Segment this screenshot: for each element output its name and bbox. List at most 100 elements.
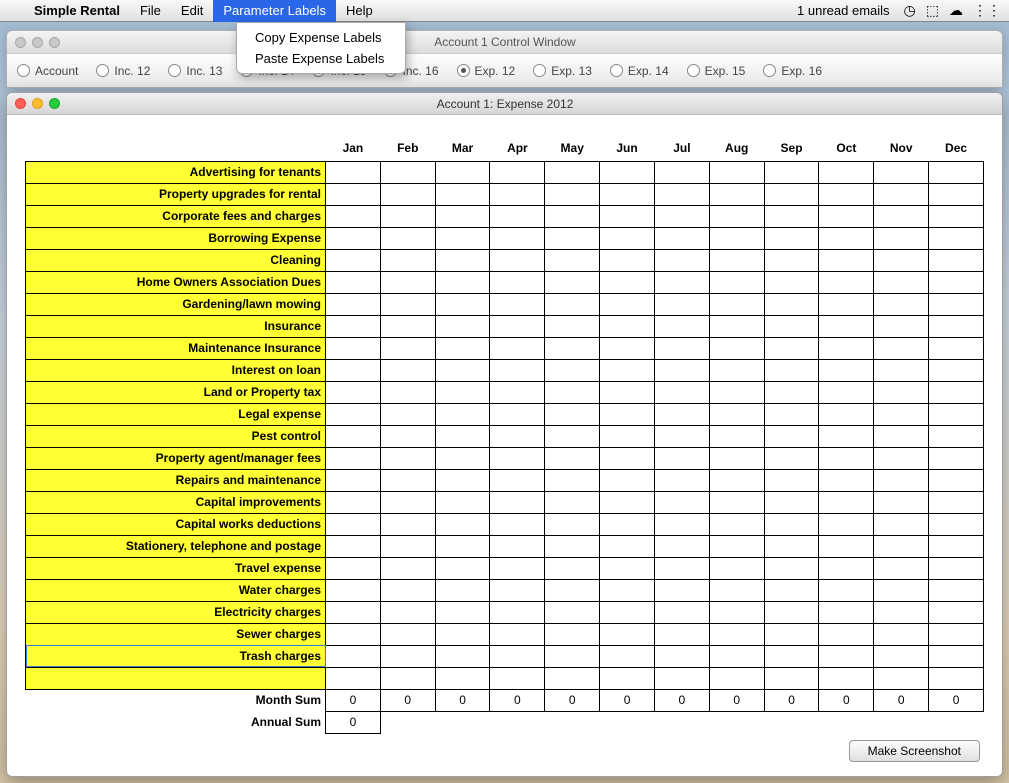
expense-value-cell[interactable] xyxy=(435,249,490,271)
expense-value-cell[interactable] xyxy=(709,645,764,667)
expense-value-cell[interactable] xyxy=(819,579,874,601)
expense-value-cell[interactable] xyxy=(874,403,929,425)
expense-value-cell[interactable] xyxy=(819,513,874,535)
expense-value-cell[interactable] xyxy=(545,535,600,557)
expense-value-cell[interactable] xyxy=(654,469,709,491)
expense-value-cell[interactable] xyxy=(380,623,435,645)
expense-value-cell[interactable] xyxy=(326,249,381,271)
expense-value-cell[interactable] xyxy=(874,491,929,513)
expense-label-cell[interactable]: Land or Property tax xyxy=(26,381,326,403)
expense-value-cell[interactable] xyxy=(709,535,764,557)
expense-value-cell[interactable] xyxy=(819,491,874,513)
expense-value-cell[interactable] xyxy=(545,601,600,623)
expense-label-cell[interactable]: Repairs and maintenance xyxy=(26,469,326,491)
expense-value-cell[interactable] xyxy=(764,425,819,447)
expense-value-cell[interactable] xyxy=(326,161,381,183)
menu-item-parameter-labels[interactable]: Parameter Labels xyxy=(213,0,336,22)
expense-value-cell[interactable] xyxy=(874,623,929,645)
expense-value-cell[interactable] xyxy=(764,205,819,227)
expense-value-cell[interactable] xyxy=(490,469,545,491)
expense-value-cell[interactable] xyxy=(435,579,490,601)
expense-value-cell[interactable] xyxy=(874,161,929,183)
expense-value-cell[interactable] xyxy=(380,557,435,579)
expense-value-cell[interactable] xyxy=(600,645,655,667)
expense-value-cell[interactable] xyxy=(600,205,655,227)
expense-value-cell[interactable] xyxy=(929,425,984,447)
expense-label-cell[interactable]: Sewer charges xyxy=(26,623,326,645)
expense-value-cell[interactable] xyxy=(326,205,381,227)
expense-value-cell[interactable] xyxy=(545,513,600,535)
expense-value-cell[interactable] xyxy=(764,249,819,271)
expense-value-cell[interactable] xyxy=(764,381,819,403)
expense-value-cell[interactable] xyxy=(490,535,545,557)
expense-value-cell[interactable] xyxy=(490,183,545,205)
menu-action-paste-expense-labels[interactable]: Paste Expense Labels xyxy=(237,48,405,69)
expense-value-cell[interactable] xyxy=(600,469,655,491)
expense-value-cell[interactable] xyxy=(654,623,709,645)
expense-label-cell[interactable]: Capital improvements xyxy=(26,491,326,513)
expense-value-cell[interactable] xyxy=(600,601,655,623)
expense-value-cell[interactable] xyxy=(764,227,819,249)
expense-value-cell[interactable] xyxy=(929,535,984,557)
expense-value-cell[interactable] xyxy=(435,293,490,315)
expense-value-cell[interactable] xyxy=(874,535,929,557)
expense-value-cell[interactable] xyxy=(326,623,381,645)
expense-value-cell[interactable] xyxy=(764,161,819,183)
expense-value-cell[interactable] xyxy=(326,535,381,557)
expense-value-cell[interactable] xyxy=(380,183,435,205)
expense-value-cell[interactable] xyxy=(709,403,764,425)
expense-value-cell[interactable] xyxy=(709,359,764,381)
expense-value-cell[interactable] xyxy=(326,337,381,359)
expense-value-cell[interactable] xyxy=(819,293,874,315)
expense-value-cell[interactable] xyxy=(490,623,545,645)
expense-value-cell[interactable] xyxy=(709,161,764,183)
expense-value-cell[interactable] xyxy=(545,205,600,227)
expense-value-cell[interactable] xyxy=(654,557,709,579)
expense-value-cell[interactable] xyxy=(380,469,435,491)
expense-label-cell[interactable]: Corporate fees and charges xyxy=(26,205,326,227)
expense-label-cell[interactable]: Insurance xyxy=(26,315,326,337)
expense-value-cell[interactable] xyxy=(380,359,435,381)
expense-value-cell[interactable] xyxy=(764,535,819,557)
expense-value-cell[interactable] xyxy=(600,579,655,601)
expense-value-cell[interactable] xyxy=(600,381,655,403)
radio-inc-12[interactable]: Inc. 12 xyxy=(96,64,150,78)
radio-account[interactable]: Account xyxy=(17,64,78,78)
expense-value-cell[interactable] xyxy=(929,359,984,381)
dropbox-icon[interactable]: ⬚ xyxy=(926,2,939,19)
zoom-icon[interactable] xyxy=(49,37,60,48)
expense-value-cell[interactable] xyxy=(819,381,874,403)
expense-value-cell[interactable] xyxy=(380,161,435,183)
expense-value-cell[interactable] xyxy=(435,425,490,447)
expense-value-cell[interactable] xyxy=(874,645,929,667)
expense-value-cell[interactable] xyxy=(490,403,545,425)
expense-value-cell[interactable] xyxy=(929,447,984,469)
expense-label-cell[interactable]: Interest on loan xyxy=(26,359,326,381)
expense-value-cell[interactable] xyxy=(764,645,819,667)
expense-value-cell[interactable] xyxy=(490,315,545,337)
expense-value-cell[interactable] xyxy=(709,249,764,271)
expense-value-cell[interactable] xyxy=(709,469,764,491)
expense-value-cell[interactable] xyxy=(709,337,764,359)
expense-label-cell[interactable]: Cleaning xyxy=(26,249,326,271)
expense-value-cell[interactable] xyxy=(929,205,984,227)
expense-value-cell[interactable] xyxy=(435,491,490,513)
expense-value-cell[interactable] xyxy=(654,205,709,227)
expense-label-cell[interactable]: Travel expense xyxy=(26,557,326,579)
expense-value-cell[interactable] xyxy=(600,491,655,513)
radio-inc-13[interactable]: Inc. 13 xyxy=(168,64,222,78)
expense-value-cell[interactable] xyxy=(929,381,984,403)
expense-value-cell[interactable] xyxy=(874,601,929,623)
expense-value-cell[interactable] xyxy=(490,161,545,183)
expense-value-cell[interactable] xyxy=(874,293,929,315)
expense-value-cell[interactable] xyxy=(874,249,929,271)
expense-value-cell[interactable] xyxy=(545,315,600,337)
expense-value-cell[interactable] xyxy=(600,557,655,579)
expense-value-cell[interactable] xyxy=(819,249,874,271)
expense-value-cell[interactable] xyxy=(819,227,874,249)
expense-value-cell[interactable] xyxy=(490,601,545,623)
expense-value-cell[interactable] xyxy=(654,491,709,513)
expense-value-cell[interactable] xyxy=(709,271,764,293)
expense-value-cell[interactable] xyxy=(819,425,874,447)
expense-value-cell[interactable] xyxy=(600,227,655,249)
